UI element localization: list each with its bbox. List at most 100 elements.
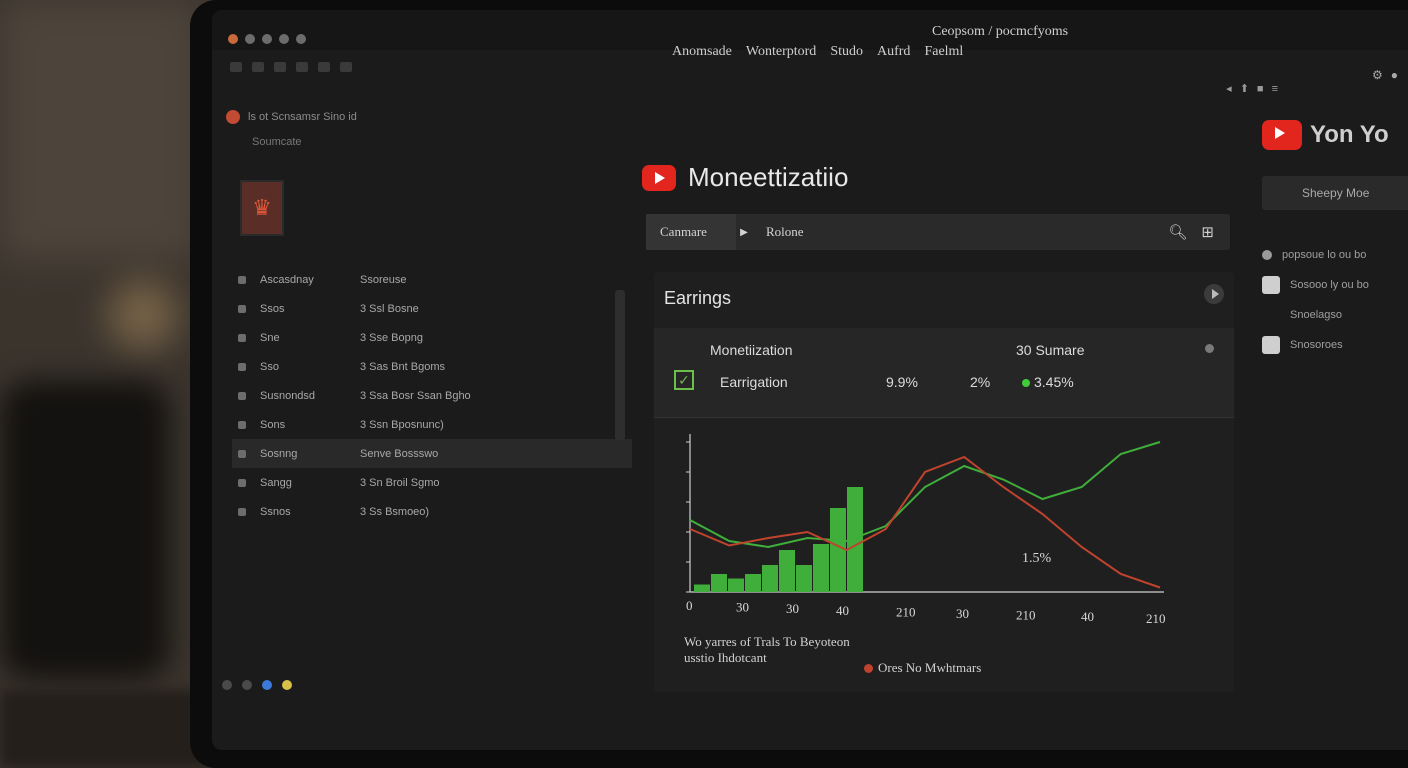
app-menu: Anomsade Wonterptord Studo Aufrd Faelml [672, 44, 963, 60]
menu-item[interactable]: Anomsade [672, 44, 732, 60]
brand-text: Yon Yo [1310, 121, 1389, 148]
item-value: 3 Ssa Bosr Ssan Bgho [360, 389, 471, 402]
checkbox[interactable]: ✓ [674, 370, 694, 390]
item-value: 3 Ssn Bposnunc) [360, 418, 444, 431]
item-icon [238, 391, 246, 400]
x-tick-label: 30 [736, 600, 749, 615]
system-menubar: Anomsade Wonterptord Studo Aufrd Faelml … [212, 10, 1408, 59]
breadcrumb-text[interactable]: ls ot Scnsamsr Sino id [248, 111, 357, 123]
notification-icon[interactable] [282, 680, 292, 690]
item-value: 3 Ss Bsmoeo) [360, 505, 430, 518]
list-item[interactable]: Ssnos 3 Ss Bsmoeo) [232, 497, 632, 526]
close-icon[interactable] [228, 34, 238, 44]
toolbar-icon[interactable] [252, 62, 264, 72]
page-header: Moneettizatiio [642, 162, 848, 193]
line-series-green [689, 441, 1161, 549]
right-action-button[interactable]: Sheepy Moe [1262, 176, 1408, 210]
list-item[interactable]: Sons 3 Ssn Bposnunc) [232, 410, 632, 439]
item-icon [238, 449, 246, 458]
item-key: Susnondsd [260, 389, 316, 402]
avatar[interactable]: ♛ [240, 180, 284, 236]
left-panel: ls ot Scnsamsr Sino id Soumcate ♛ Ascasd… [212, 100, 632, 660]
chevron-right-icon: ▶ [740, 226, 748, 238]
item-icon [238, 333, 246, 342]
minimize-icon[interactable] [245, 34, 255, 44]
user-icon[interactable]: ● [1391, 68, 1398, 82]
main-content: Moneettizatiio Canmare ▶ Rolone 🔍︎ ⊞ Ear… [642, 150, 1242, 710]
list-item[interactable]: Sso 3 Sas Bnt Bgoms [232, 352, 632, 381]
item-label: Snosoroes [1290, 339, 1343, 351]
item-value: Senve Bossswo [360, 447, 439, 460]
x-tick-label: 30 [786, 601, 799, 616]
status-icon[interactable] [222, 680, 232, 690]
earnings-card: Earrings Monetiization 30 Sumare ✓ Earri… [654, 272, 1234, 692]
filter-icon[interactable]: ⊞ [1201, 223, 1214, 241]
legend-swatch [864, 663, 873, 673]
maximize-icon[interactable] [262, 34, 272, 44]
earnings-chart: 0 30 30 40 210 30 210 40 210 1.5% [686, 434, 1166, 626]
list-item[interactable]: Ascasdnay Ssoreuse [232, 265, 632, 294]
list-item[interactable]: Susnondsd 3 Ssa Bosr Ssan Bgho [232, 381, 632, 410]
menu-item[interactable]: Wonterptord [746, 44, 816, 60]
item-key: Sosnng [260, 447, 298, 460]
menu-item[interactable]: Faelml [924, 44, 963, 60]
checkbox-item[interactable]: Snosoroes [1262, 330, 1408, 360]
row-value: 9.9% [886, 374, 918, 390]
status-icon[interactable] [242, 680, 252, 690]
stop-icon[interactable]: ■ [1257, 83, 1264, 95]
chart-annotation: 1.5% [1022, 551, 1052, 566]
item-icon [238, 304, 246, 313]
menu-item[interactable]: Studo [830, 44, 863, 60]
nav-list: Ascasdnay Ssoreuse Ssos 3 Ssl Bosne Sne 3 S… [232, 265, 632, 526]
toolbar-icon[interactable] [318, 62, 330, 72]
toolbar-icon[interactable] [340, 62, 352, 72]
chart-bar [813, 544, 829, 592]
checkbox-item[interactable]: Sosooo ly ou bo [1262, 270, 1408, 300]
row-value: 3.45% [1034, 374, 1074, 390]
item-value: Ssoreuse [360, 273, 407, 286]
youtube-logo-icon [1262, 120, 1302, 150]
search-input[interactable]: Rolone [752, 214, 1168, 250]
list-item[interactable]: Sne 3 Sse Bopng [232, 323, 632, 352]
list-item[interactable]: Snoelagso [1262, 300, 1408, 330]
status-dot-icon [1022, 379, 1030, 387]
item-icon [238, 275, 246, 284]
more-icon[interactable]: ≡ [1272, 83, 1278, 95]
backdrop-object [0, 380, 170, 680]
legend-secondary: Ores No Mwhtmars [864, 660, 981, 676]
line-series-red [689, 455, 1161, 589]
search-icon[interactable]: 🔍︎ [1168, 223, 1187, 241]
status-dot-icon [1205, 344, 1214, 353]
upload-icon[interactable]: ⬆ [1240, 82, 1249, 95]
toolbar-icon[interactable] [230, 62, 242, 72]
checkbox-icon [1262, 336, 1280, 354]
chart-bar [711, 574, 727, 592]
window-dot-icon[interactable] [296, 34, 306, 44]
radio-item[interactable]: popsoue lo ou bo [1262, 240, 1408, 270]
item-key: Sangg [260, 476, 292, 489]
x-tick-label: 40 [836, 603, 849, 618]
chart-bar [779, 550, 795, 592]
chart-bar [728, 578, 744, 592]
play-icon[interactable] [1204, 284, 1224, 304]
window-dot-icon[interactable] [279, 34, 289, 44]
backdrop-light [108, 280, 178, 350]
settings-icon[interactable]: ⚙ [1372, 68, 1383, 82]
chart-bar [762, 565, 778, 592]
list-item[interactable]: Ssos 3 Ssl Bosne [232, 294, 632, 323]
toolbar-icon[interactable] [296, 62, 308, 72]
back-icon[interactable]: ◂ [1226, 82, 1232, 95]
network-icon[interactable] [262, 680, 272, 690]
checkbox-icon [1262, 276, 1280, 294]
item-icon [238, 507, 246, 516]
toolbar-icon[interactable] [274, 62, 286, 72]
chart-bar [745, 574, 761, 592]
item-key: Sons [260, 418, 286, 431]
list-item-selected[interactable]: Sosnng Senve Bossswo [232, 439, 632, 468]
menu-right[interactable]: Ceopsom / pocmcfyoms [932, 24, 1068, 40]
channel-selector[interactable]: Canmare [646, 214, 736, 250]
row-value-highlight: 3.45% [1022, 374, 1074, 390]
list-item[interactable]: Sangg 3 Sn Broil Sgmo [232, 468, 632, 497]
menu-item[interactable]: Aufrd [877, 44, 910, 60]
scrollbar[interactable] [615, 290, 625, 440]
